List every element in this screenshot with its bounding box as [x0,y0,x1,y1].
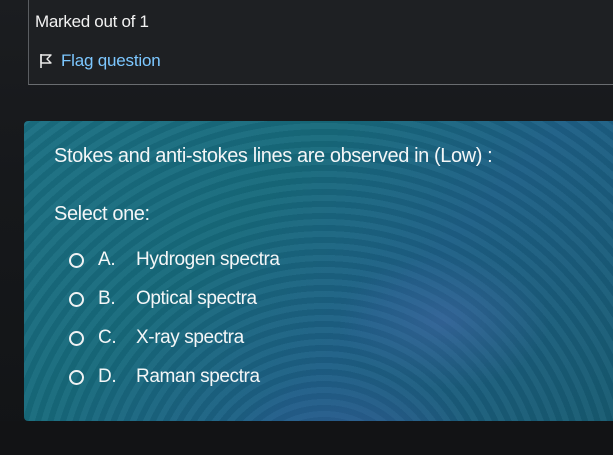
question-panel: Stokes and anti-stokes lines are observe… [24,121,613,421]
flag-question-label[interactable]: Flag question [61,51,161,71]
radio-button-a[interactable] [69,252,84,268]
question-text: Stokes and anti-stokes lines are observe… [54,145,493,167]
radio-button-d[interactable] [69,369,84,385]
select-one-prompt: Select one: [54,203,150,225]
question-info-box: Marked out of 1 Flag question [28,0,613,85]
option-c[interactable]: C. X-ray spectra [69,327,244,349]
radio-button-b[interactable] [69,291,84,307]
option-label[interactable]: Hydrogen spectra [136,249,280,271]
flag-icon [39,53,53,69]
option-letter: C. [98,327,117,348]
option-letter: A. [98,249,116,270]
option-letter: D. [98,366,117,387]
option-a[interactable]: A. Hydrogen spectra [69,249,280,271]
flag-question-link[interactable]: Flag question [39,51,161,71]
option-d[interactable]: D. Raman spectra [69,366,260,388]
option-label[interactable]: X-ray spectra [136,327,244,349]
marks-label: Marked out of 1 [35,12,149,31]
bottom-strip [0,421,613,455]
option-label[interactable]: Raman spectra [136,366,260,388]
radio-button-c[interactable] [69,330,84,346]
quiz-screen: Marked out of 1 Flag question Stokes and… [0,0,613,455]
option-b[interactable]: B. Optical spectra [69,288,257,310]
option-letter: B. [98,288,116,309]
option-label[interactable]: Optical spectra [136,288,257,310]
